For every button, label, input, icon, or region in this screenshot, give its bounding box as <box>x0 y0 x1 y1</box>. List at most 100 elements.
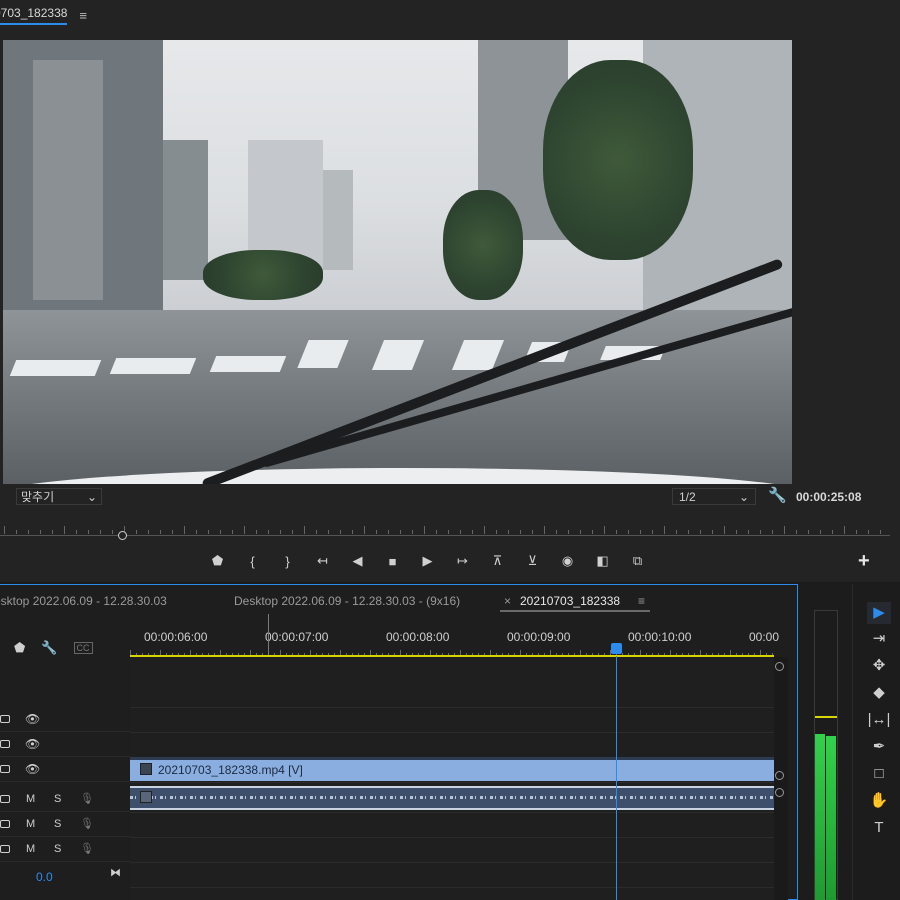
audio-clip[interactable] <box>130 786 774 810</box>
audio-track-header[interactable]: M S 🎙 <box>0 786 130 812</box>
pen-tool-icon[interactable]: ✒ <box>867 736 891 758</box>
playback-resolution-value: 1/2 <box>679 489 696 504</box>
type-tool-icon[interactable]: T <box>867 817 891 839</box>
mark-in-button[interactable]: { <box>235 554 270 569</box>
playback-resolution-select[interactable]: 1/2 ⌄ <box>672 488 756 505</box>
comparison-button[interactable]: ⧉ <box>620 553 655 569</box>
ruler-timecode: 00:00:08:00 <box>386 630 450 644</box>
tab-sequence-2[interactable]: Desktop 2022.06.09 - 12.28.30.03 - (9x16… <box>234 594 460 608</box>
timeline-playhead-line <box>616 656 617 900</box>
video-clip-label: 20210703_182338.mp4 [V] <box>158 763 303 777</box>
panel-menu-icon[interactable]: ≡ <box>79 8 87 23</box>
mute-button[interactable]: M <box>26 818 35 830</box>
extract-button[interactable]: ⊻ <box>515 553 550 569</box>
export-frame-button[interactable]: ◉ <box>550 553 585 569</box>
close-icon[interactable]: × <box>504 594 511 608</box>
audio-waveform <box>130 796 774 799</box>
audio-track-header[interactable]: M S 🎙 <box>0 811 130 837</box>
master-track-header: 0.0 ⧓ <box>0 858 130 888</box>
audio-meters <box>800 584 850 900</box>
zoom-level-select[interactable]: 맞추기 ⌄ <box>16 488 102 505</box>
zoom-level-value: 맞추기 <box>21 490 55 504</box>
video-preview <box>3 40 792 484</box>
clip-thumbnail <box>140 791 152 803</box>
add-marker-icon[interactable]: ⬟ <box>14 640 25 656</box>
program-monitor-tab[interactable]: 0703_182338 ≡ <box>0 0 87 30</box>
ruler-timecode: 00:00:07:00 <box>265 630 329 644</box>
video-track-header[interactable]: 👁 <box>0 706 130 732</box>
chevron-down-icon: ⌄ <box>738 489 749 504</box>
mute-button[interactable]: M <box>26 793 35 805</box>
video-track-header[interactable]: 👁 <box>0 731 130 757</box>
rectangle-tool-icon[interactable]: □ <box>867 763 891 785</box>
timeline-ruler[interactable]: 00:00:06:00 00:00:07:00 00:00:08:00 00:00:0… <box>130 626 779 656</box>
track-output-icon[interactable] <box>0 714 10 723</box>
ruler-timecode: 00:00 <box>749 630 780 644</box>
track-headers: 👁 👁 👁 M S 🎙 M S 🎙 M S 🎙 0.0 ⧓ <box>0 706 130 900</box>
mark-out-button[interactable]: } <box>270 554 305 569</box>
go-to-out-button[interactable]: ↦ <box>445 553 480 569</box>
monitor-time-ruler[interactable] <box>0 518 890 536</box>
lift-button[interactable]: ⊼ <box>480 553 515 569</box>
video-track-header[interactable]: 👁 <box>0 756 130 782</box>
meter-left <box>815 734 825 900</box>
selection-tool-icon[interactable]: ▶ <box>867 602 891 624</box>
panel-menu-icon[interactable]: ≡ <box>638 594 645 608</box>
monitor-playhead[interactable] <box>118 531 127 540</box>
step-back-button[interactable]: ◀ <box>340 553 375 569</box>
razor-tool-icon[interactable]: ◆ <box>867 682 891 704</box>
solo-button[interactable]: S <box>54 793 61 805</box>
timeline-settings-icon[interactable]: 🔧 <box>41 640 57 656</box>
scroll-handle-top[interactable] <box>775 662 784 671</box>
transport-controls: ⬟{} ↤ ◀ ■ ▶ ↦ ⊼ ⊻ ◉ ◧ ⧉ <box>200 550 670 572</box>
time-marker <box>268 614 269 656</box>
solo-button[interactable]: S <box>54 818 61 830</box>
eye-icon[interactable]: 👁 <box>25 737 40 751</box>
captions-icon[interactable]: CC <box>73 642 93 654</box>
ruler-timecode: 00:00:09:00 <box>507 630 571 644</box>
hand-tool-icon[interactable]: ✋ <box>867 790 891 812</box>
scroll-handle-lower[interactable] <box>775 788 784 797</box>
duration-timecode: 00:00:25:08 <box>796 490 862 504</box>
meter-right <box>826 736 836 900</box>
timeline-playhead[interactable] <box>611 643 622 654</box>
meter-peak-line <box>815 716 837 718</box>
track-output-icon[interactable] <box>0 794 10 803</box>
sequence-tabs: esktop 2022.06.09 - 12.28.30.03 Desktop … <box>0 594 798 612</box>
button-editor-button[interactable]: + <box>858 550 870 573</box>
ruler-timecode: 00:00:10:00 <box>628 630 692 644</box>
compare-view-button[interactable]: ◧ <box>585 553 620 569</box>
microphone-icon[interactable]: 🎙 <box>80 842 94 855</box>
go-to-in-button[interactable]: ↤ <box>305 553 340 569</box>
ripple-edit-tool-icon[interactable]: ✥ <box>867 655 891 677</box>
master-volume-value[interactable]: 0.0 <box>36 870 53 884</box>
step-forward-button[interactable]: ▶ <box>410 553 445 569</box>
scroll-handle-middle[interactable] <box>775 771 784 780</box>
track-output-icon[interactable] <box>0 764 10 773</box>
mute-button[interactable]: M <box>26 843 35 855</box>
eye-icon[interactable]: 👁 <box>25 712 40 726</box>
microphone-icon[interactable]: 🎙 <box>80 792 94 805</box>
add-marker-button[interactable]: ⬟ <box>200 553 235 569</box>
tools-panel: ▶ ⇥ ✥ ◆ |↔| ✒ □ ✋ T <box>852 584 900 900</box>
stop-button[interactable]: ■ <box>375 554 410 569</box>
ruler-timecode: 00:00:06:00 <box>144 630 208 644</box>
tab-sequence-1[interactable]: esktop 2022.06.09 - 12.28.30.03 <box>0 594 167 608</box>
timeline-controls: ⬟ 🔧 CC <box>14 640 114 656</box>
track-output-icon[interactable] <box>0 739 10 748</box>
timeline-vertical-scrollbar[interactable] <box>774 657 788 900</box>
video-clip[interactable]: 20210703_182338.mp4 [V] <box>130 757 774 781</box>
microphone-icon[interactable]: 🎙 <box>80 817 94 830</box>
track-select-tool-icon[interactable]: ⇥ <box>867 628 891 650</box>
eye-icon[interactable]: 👁 <box>25 762 40 776</box>
track-output-icon[interactable] <box>0 844 10 853</box>
chevron-down-icon: ⌄ <box>86 489 97 504</box>
settings-wrench-icon[interactable]: 🔧 <box>768 486 787 504</box>
tab-sequence-active[interactable]: 20210703_182338 <box>520 594 620 608</box>
solo-button[interactable]: S <box>54 843 61 855</box>
master-jump-icon[interactable]: ⧓ <box>110 866 121 879</box>
monitor-title: 0703_182338 <box>0 6 68 25</box>
track-output-icon[interactable] <box>0 819 10 828</box>
clip-thumbnail <box>140 763 152 775</box>
slip-tool-icon[interactable]: |↔| <box>867 709 891 731</box>
